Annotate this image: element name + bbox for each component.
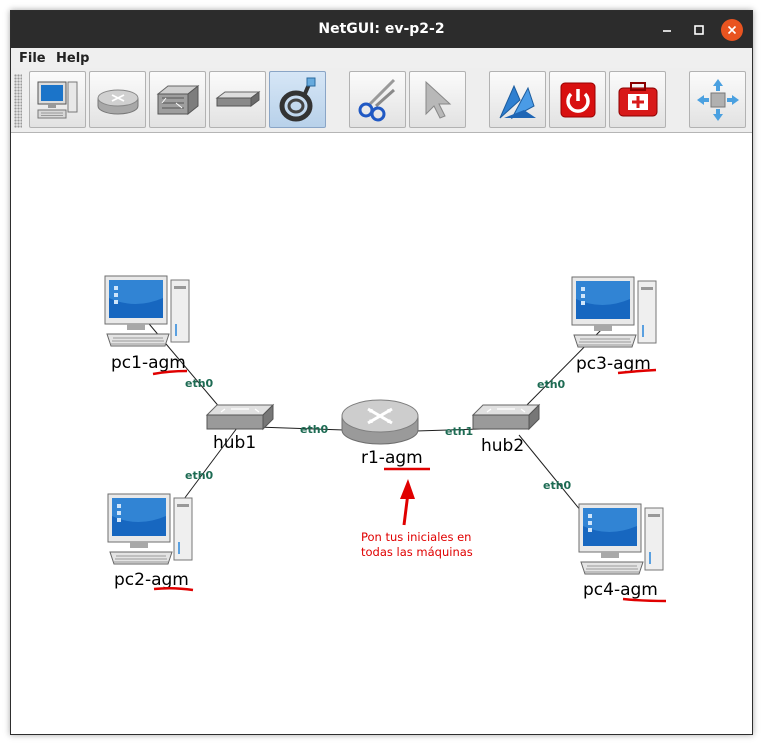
first-aid-icon [618, 82, 658, 117]
close-icon [727, 25, 737, 35]
delete-tool-button[interactable] [349, 71, 406, 128]
iface-pc3: eth0 [537, 378, 566, 391]
label-pc4: pc4-agm [583, 580, 658, 600]
hub-icon [215, 91, 261, 107]
pan-button[interactable] [689, 71, 746, 128]
node-r1[interactable] [340, 398, 420, 446]
netgui-window: NetGUI: ev-p2-2 File Help pc1-agm pc2-ag… [10, 10, 753, 735]
label-hub1: hub1 [213, 433, 256, 453]
router-icon [97, 89, 139, 115]
start-button[interactable] [489, 71, 546, 128]
add-terminal-button[interactable] [29, 71, 86, 128]
node-pc2[interactable] [107, 493, 193, 565]
minimize-icon [663, 30, 671, 32]
switch-icon [156, 84, 200, 116]
node-pc4[interactable] [578, 503, 664, 575]
toolbar-grip[interactable] [14, 74, 22, 128]
menu-file[interactable]: File [19, 51, 46, 66]
close-button[interactable] [721, 19, 743, 41]
window-title: NetGUI: ev-p2-2 [318, 21, 445, 37]
blue-arrows-icon [499, 84, 536, 120]
node-pc3[interactable] [571, 276, 657, 348]
link-tool-button[interactable] [269, 71, 326, 128]
toolbar [11, 68, 752, 133]
title-bar[interactable]: NetGUI: ev-p2-2 [11, 11, 752, 48]
node-hub2[interactable] [472, 404, 540, 430]
stop-button[interactable] [549, 71, 606, 128]
label-pc1: pc1-agm [111, 353, 186, 373]
maximize-icon [694, 25, 704, 35]
menu-help[interactable]: Help [56, 51, 89, 66]
add-hub-button[interactable] [209, 71, 266, 128]
label-hub2: hub2 [481, 436, 524, 456]
label-r1: r1-agm [361, 448, 423, 468]
annotation-arrow-head [400, 479, 415, 499]
link-pc4-hub2[interactable] [518, 434, 582, 512]
iface-pc2: eth0 [185, 469, 214, 482]
label-pc2: pc2-agm [114, 570, 189, 590]
computer-icon [37, 81, 78, 119]
scissors-icon [358, 78, 396, 122]
iface-pc4: eth0 [543, 479, 572, 492]
select-tool-button[interactable] [409, 71, 466, 128]
iface-r1-eth1: eth1 [445, 425, 473, 438]
annotation-line-2: todas las máquinas [361, 545, 473, 559]
menu-bar: File Help [11, 48, 752, 68]
network-canvas[interactable]: pc1-agm pc2-agm pc3-agm pc4-agm hub1 hub… [11, 133, 752, 734]
power-icon [560, 82, 596, 118]
annotation-line-1: Pon tus iniciales en [361, 530, 471, 544]
cable-icon [279, 77, 316, 122]
first-aid-button[interactable] [609, 71, 666, 128]
node-pc1[interactable] [104, 275, 190, 347]
add-router-button[interactable] [89, 71, 146, 128]
iface-pc1: eth0 [185, 377, 214, 390]
node-hub1[interactable] [206, 404, 274, 430]
move-arrows-icon [697, 79, 739, 121]
underline-pc4 [622, 597, 667, 603]
minimize-button[interactable] [656, 19, 678, 41]
pointer-icon [425, 80, 452, 119]
add-switch-button[interactable] [149, 71, 206, 128]
iface-r1-eth0: eth0 [300, 423, 329, 436]
maximize-button[interactable] [688, 19, 710, 41]
